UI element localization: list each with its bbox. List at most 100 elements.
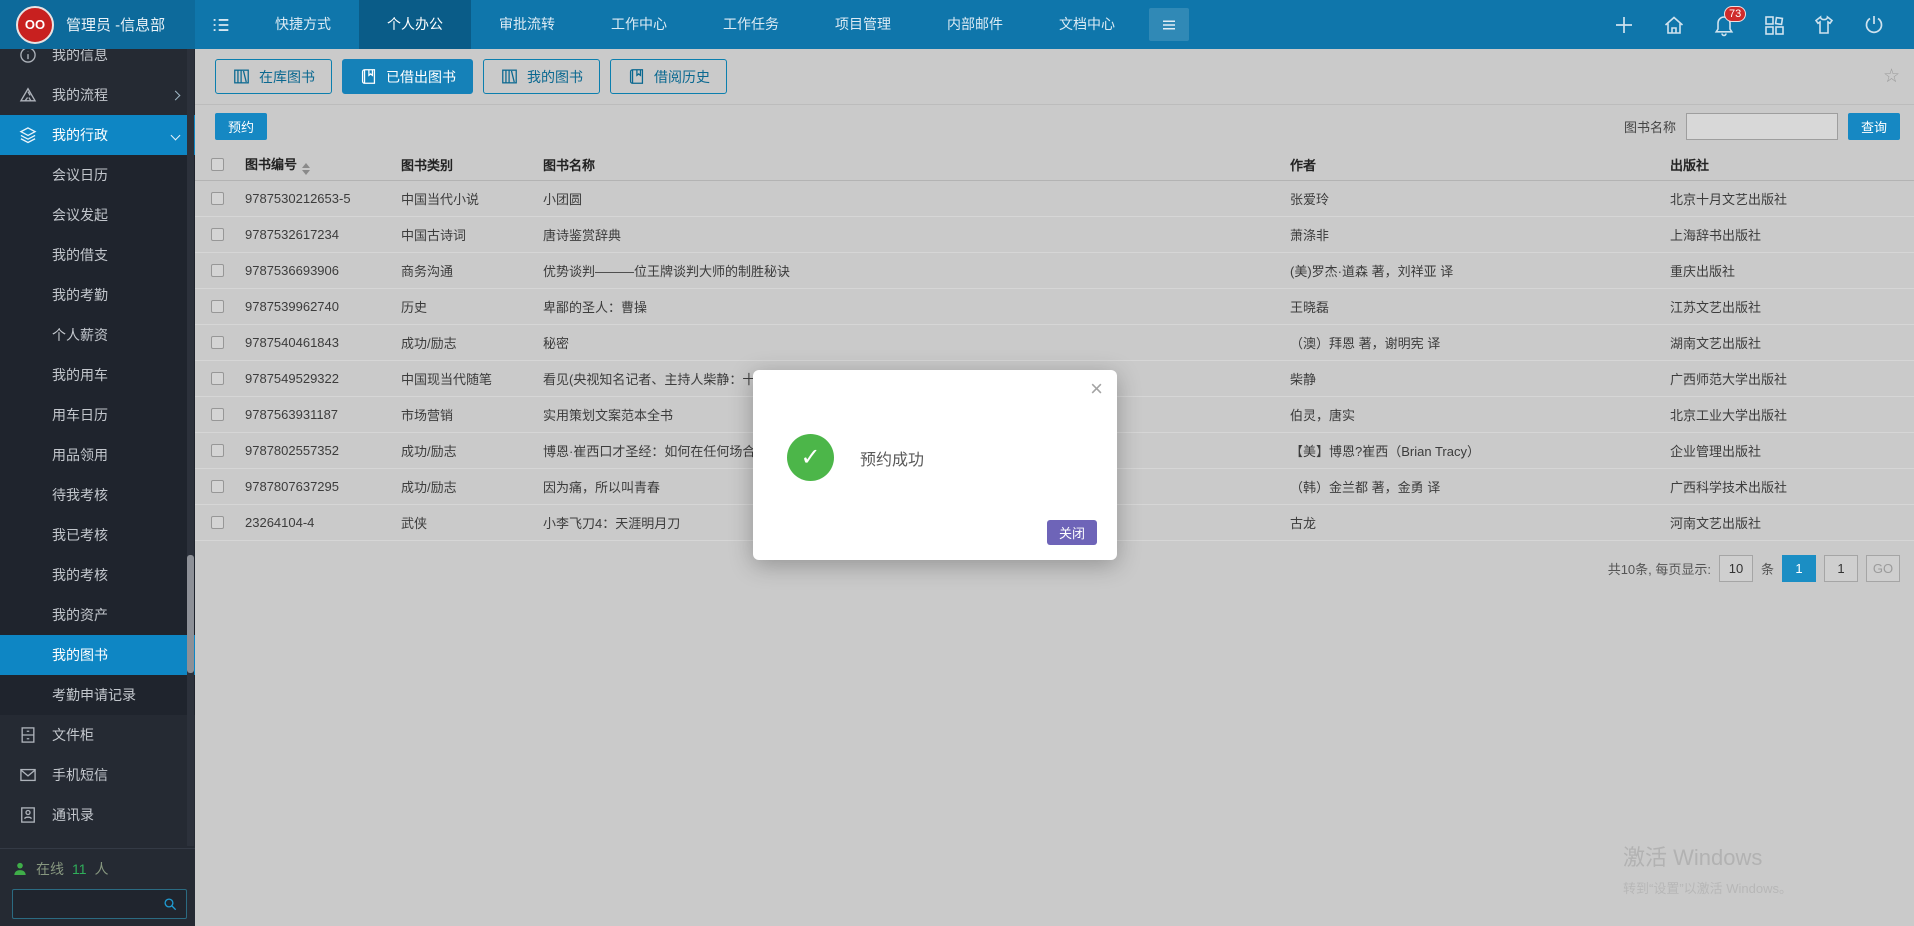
sidebar-item-我的流程[interactable]: 我的流程 [0, 75, 195, 115]
table-row[interactable]: 9787540461843成功/励志秘密（澳）拜恩 著，谢明宪 译湖南文艺出版社 [195, 325, 1914, 361]
online-unit: 人 [95, 859, 109, 879]
cell-author: 古龙 [1290, 513, 1670, 532]
cell-name: 秘密 [543, 333, 1290, 352]
row-checkbox[interactable] [211, 372, 224, 385]
plus-icon[interactable] [1612, 13, 1636, 37]
table-row[interactable]: 9787536693906商务沟通优势谈判———位王牌谈判大师的制胜秘诀(美)罗… [195, 253, 1914, 289]
close-icon[interactable]: × [1090, 378, 1103, 400]
table-row[interactable]: 9787539962740历史卑鄙的圣人：曹操王晓磊江苏文艺出版社 [195, 289, 1914, 325]
sidebar-search-input[interactable] [21, 897, 162, 912]
sort-icon[interactable] [302, 163, 310, 175]
sidebar-item-label: 考勤申请记录 [52, 685, 136, 705]
power-icon[interactable] [1862, 13, 1886, 37]
theme-icon[interactable] [1812, 13, 1836, 37]
current-page-button[interactable]: 1 [1782, 555, 1816, 582]
sidebar-item-我的考勤[interactable]: 我的考勤 [0, 275, 195, 315]
cell-category: 成功/励志 [401, 477, 543, 496]
row-checkbox[interactable] [211, 336, 224, 349]
tab-借阅历史[interactable]: 借阅历史 [610, 59, 727, 94]
sidebar-item-我的图书[interactable]: 我的图书 [0, 635, 195, 675]
cell-publisher: 广西科学技术出版社 [1670, 477, 1914, 496]
sidebar-item-我的考核[interactable]: 我的考核 [0, 555, 195, 595]
sidebar-item-用车日历[interactable]: 用车日历 [0, 395, 195, 435]
sidebar-item-我的信息[interactable]: 我的信息 [0, 49, 195, 75]
nav-item-快捷方式[interactable]: 快捷方式 [247, 0, 359, 49]
page-size-box[interactable]: 10 [1719, 555, 1753, 582]
search-icon[interactable] [162, 896, 178, 912]
sidebar-item-会议发起[interactable]: 会议发起 [0, 195, 195, 235]
row-checkbox[interactable] [211, 480, 224, 493]
sidebar-item-待我考核[interactable]: 待我考核 [0, 475, 195, 515]
sidebar-item-个人薪资[interactable]: 个人薪资 [0, 315, 195, 355]
sidebar-item-考勤申请记录[interactable]: 考勤申请记录 [0, 675, 195, 715]
nav-item-审批流转[interactable]: 审批流转 [471, 0, 583, 49]
sidebar-item-label: 我的考勤 [52, 285, 108, 305]
reserve-button[interactable]: 预约 [215, 113, 267, 140]
book-name-input[interactable] [1686, 113, 1838, 140]
sidebar-item-我已考核[interactable]: 我已考核 [0, 515, 195, 555]
sidebar-item-label: 我的考核 [52, 565, 108, 585]
topbar-actions: 73 [1612, 0, 1914, 49]
sidebar-item-我的行政[interactable]: 我的行政 [0, 115, 195, 155]
book-icon [359, 67, 378, 86]
cell-name: 唐诗鉴赏辞典 [543, 225, 1290, 244]
table-row[interactable]: 9787532617234中国古诗词唐诗鉴赏辞典萧涤非上海辞书出版社 [195, 217, 1914, 253]
cell-publisher: 北京十月文艺出版社 [1670, 189, 1914, 208]
nav-item-内部邮件[interactable]: 内部邮件 [919, 0, 1031, 49]
sidebar-scrollbar[interactable] [187, 49, 194, 846]
row-checkbox[interactable] [211, 408, 224, 421]
sidebar-item-会议日历[interactable]: 会议日历 [0, 155, 195, 195]
tab-已借出图书[interactable]: 已借出图书 [342, 59, 473, 94]
table-row[interactable]: 9787530212653-5中国当代小说小团圆张爱玲北京十月文艺出版社 [195, 181, 1914, 217]
go-button[interactable]: GO [1866, 555, 1900, 582]
nav-item-项目管理[interactable]: 项目管理 [807, 0, 919, 49]
favorite-star-icon[interactable]: ☆ [1883, 65, 1900, 88]
sidebar-item-文件柜[interactable]: 文件柜 [0, 715, 195, 755]
sidebar-item-label: 我的用车 [52, 365, 108, 385]
apps-icon[interactable] [1762, 13, 1786, 37]
row-checkbox[interactable] [211, 444, 224, 457]
sidebar-item-我的资产[interactable]: 我的资产 [0, 595, 195, 635]
cell-category: 中国当代小说 [401, 189, 543, 208]
bell-icon[interactable]: 73 [1712, 13, 1736, 37]
sidebar-item-手机短信[interactable]: 手机短信 [0, 755, 195, 795]
sidebar-item-我的借支[interactable]: 我的借支 [0, 235, 195, 275]
cell-category: 中国现当代随笔 [401, 369, 543, 388]
col-author: 作者 [1290, 155, 1670, 174]
cell-category: 商务沟通 [401, 261, 543, 280]
cell-id: 9787807637295 [245, 479, 401, 494]
sidebar-item-通讯录[interactable]: 通讯录 [0, 795, 195, 835]
home-icon[interactable] [1662, 13, 1686, 37]
cell-id: 9787530212653-5 [245, 191, 401, 206]
sidebar-item-我的用车[interactable]: 我的用车 [0, 355, 195, 395]
cell-category: 市场营销 [401, 405, 543, 424]
col-name: 图书名称 [543, 155, 1290, 174]
scrollbar-thumb[interactable] [187, 555, 194, 673]
tab-在库图书[interactable]: 在库图书 [215, 59, 332, 94]
nav-item-工作中心[interactable]: 工作中心 [583, 0, 695, 49]
select-all-checkbox[interactable] [211, 158, 224, 171]
sidebar-item-label: 会议发起 [52, 205, 108, 225]
row-checkbox[interactable] [211, 300, 224, 313]
tab-label: 借阅历史 [654, 67, 710, 87]
cell-id: 9787539962740 [245, 299, 401, 314]
nav-item-工作任务[interactable]: 工作任务 [695, 0, 807, 49]
notification-badge: 73 [1724, 6, 1746, 22]
col-book-id: 图书编号 [245, 154, 401, 175]
row-checkbox[interactable] [211, 264, 224, 277]
dialog-close-button[interactable]: 关闭 [1047, 520, 1097, 545]
row-checkbox[interactable] [211, 228, 224, 241]
nav-item-个人办公[interactable]: 个人办公 [359, 0, 471, 49]
nav-item-文档中心[interactable]: 文档中心 [1031, 0, 1143, 49]
chevron-down-icon [171, 130, 181, 140]
row-checkbox[interactable] [211, 192, 224, 205]
page-input-box[interactable]: 1 [1824, 555, 1858, 582]
more-menus-button[interactable] [1149, 8, 1189, 41]
sidebar-item-用品领用[interactable]: 用品领用 [0, 435, 195, 475]
menu-collapse-button[interactable] [195, 0, 247, 49]
row-checkbox[interactable] [211, 516, 224, 529]
more-menu-icon [1160, 16, 1178, 34]
cell-name: 优势谈判———位王牌谈判大师的制胜秘诀 [543, 261, 1290, 280]
tab-我的图书[interactable]: 我的图书 [483, 59, 600, 94]
search-button[interactable]: 查询 [1848, 113, 1900, 140]
